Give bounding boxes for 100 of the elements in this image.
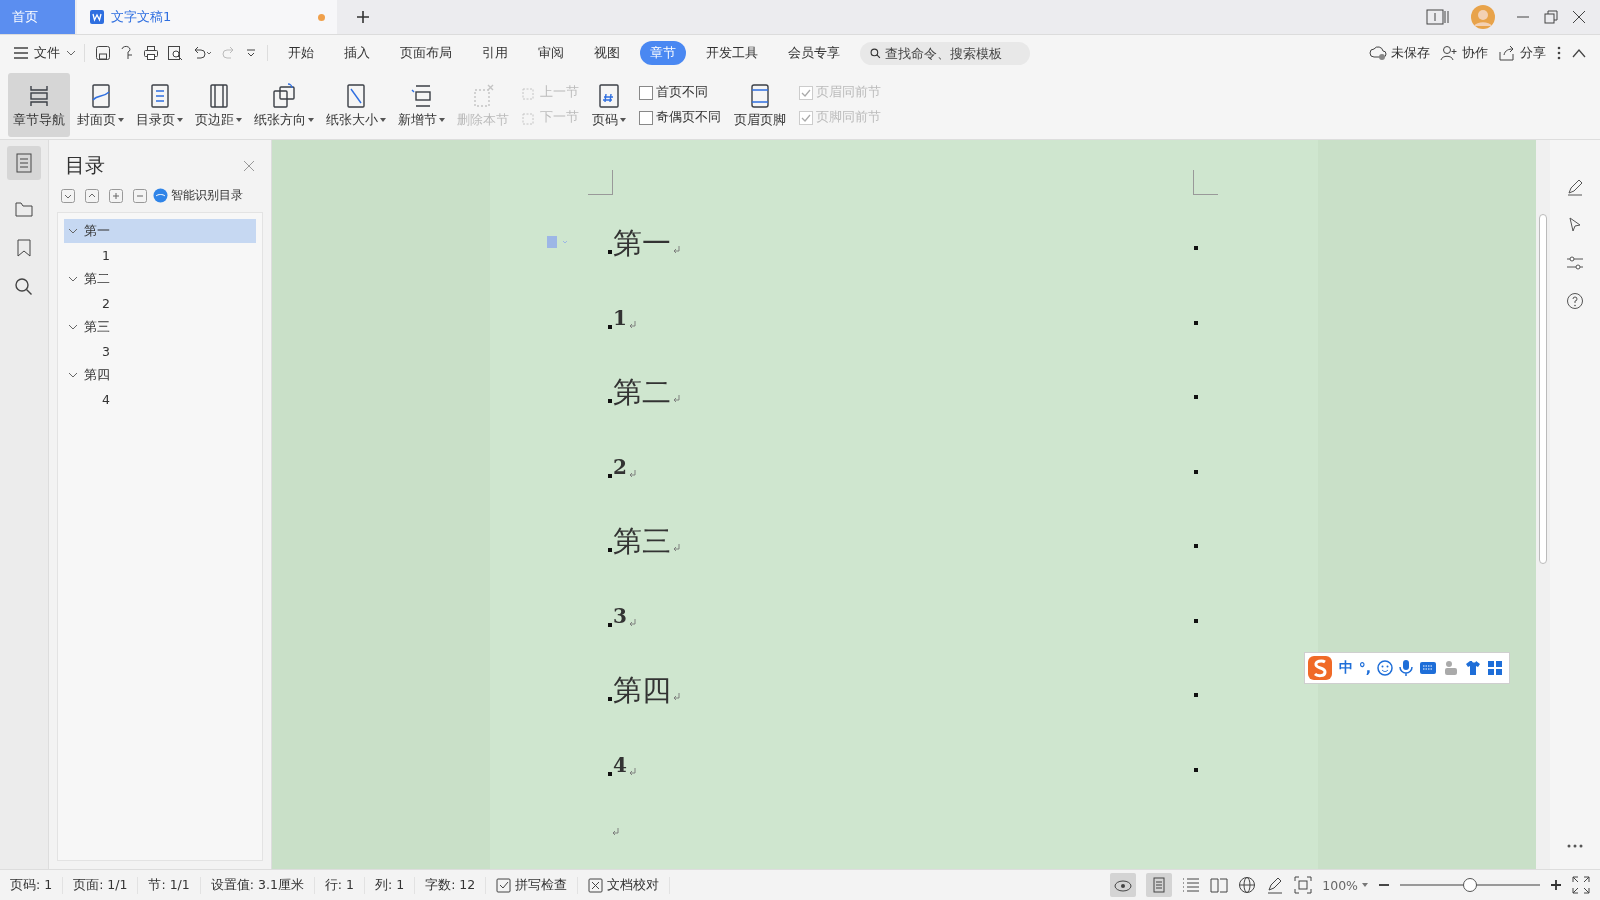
outline-item[interactable]: 第三 (64, 315, 256, 339)
paragraph-mark-icon (673, 395, 681, 403)
search-field[interactable]: 查找命令、搜索模板 (860, 41, 1030, 65)
save-icon[interactable] (95, 45, 111, 61)
outline-item[interactable]: 第四 (64, 363, 256, 387)
outline-item[interactable]: 第二 (64, 267, 256, 291)
shirt-icon[interactable] (1465, 660, 1481, 676)
outline-item[interactable]: 4 (64, 387, 256, 411)
collapse-icon[interactable] (85, 188, 99, 203)
sliders-icon[interactable] (1566, 254, 1584, 272)
document-text: 3 (613, 602, 627, 630)
book-icon[interactable] (1210, 877, 1229, 893)
plus-icon[interactable] (109, 188, 123, 203)
eye-protection-icon[interactable] (1110, 873, 1137, 897)
globe-icon[interactable] (1238, 876, 1257, 894)
pen-icon[interactable] (1566, 178, 1584, 196)
status-text: 行: 1 (324, 876, 365, 894)
page-view-icon[interactable] (1146, 873, 1173, 897)
fullscreen-icon[interactable] (1572, 876, 1590, 894)
slider-thumb[interactable] (1463, 878, 1477, 892)
paragraph-mark-icon (628, 767, 637, 776)
status-text: 列: 1 (375, 876, 416, 894)
close-icon[interactable] (1572, 10, 1586, 24)
ribbon-button[interactable]: 页边距 (190, 73, 247, 137)
emoji-icon[interactable] (1377, 660, 1393, 676)
zoom-in-icon[interactable] (1550, 879, 1562, 891)
ribbon-tab[interactable]: 引用 (472, 41, 518, 65)
status-button[interactable]: 文档校对 (588, 876, 671, 894)
document-icon (89, 9, 105, 25)
folder-icon[interactable] (14, 199, 34, 219)
paragraph-mark-icon (612, 828, 620, 836)
grid-icon[interactable] (1487, 660, 1503, 676)
microphone-icon[interactable] (1399, 660, 1413, 676)
ribbon-button[interactable]: 页码 (587, 73, 631, 137)
status-button[interactable]: 拼写检查 (496, 876, 579, 894)
expand-icon[interactable] (61, 188, 75, 203)
panel-title: 目录 (65, 152, 105, 179)
outline-item[interactable]: 第一 (64, 219, 256, 243)
fit-page-icon[interactable] (1294, 876, 1313, 894)
minus-icon[interactable] (133, 188, 147, 203)
outline-item[interactable]: 1 (64, 243, 256, 267)
keyboard-icon[interactable] (1419, 661, 1437, 675)
chevron-icon (68, 274, 78, 284)
ribbon-tab[interactable]: 页面布局 (390, 41, 462, 65)
paragraph-mark-icon (628, 320, 637, 329)
document-tab[interactable]: 文字文稿1 (77, 0, 337, 34)
bookmark-icon[interactable] (14, 238, 34, 258)
toolbar-action[interactable]: 未保存 (1369, 44, 1430, 62)
outline-item[interactable]: 2 (64, 291, 256, 315)
zoom-dropdown[interactable]: 100% (1322, 877, 1368, 893)
bullet-icon (608, 324, 612, 329)
ribbon-button[interactable]: 新增节 (393, 73, 450, 137)
file-menu[interactable]: 文件 (14, 44, 85, 62)
status-text: 页码: 1 (10, 876, 64, 894)
ribbon-button[interactable]: 目录页 (131, 73, 188, 137)
ribbon-button[interactable]: 章节导航 (8, 73, 70, 137)
input-mode-toggle[interactable]: 中 (1338, 659, 1353, 677)
caret-icon (236, 118, 242, 122)
document-text: 第二 (613, 377, 671, 407)
pen-icon[interactable] (1266, 876, 1285, 894)
collapse-ribbon-icon[interactable] (1572, 48, 1586, 58)
new-tab-icon[interactable] (355, 9, 371, 25)
add-user-icon (1440, 45, 1458, 61)
ribbon-button[interactable]: 纸张方向 (249, 73, 319, 137)
ribbon-button[interactable]: 页眉页脚 (729, 73, 791, 137)
print-preview-icon[interactable] (167, 45, 183, 61)
ribbon-tab[interactable]: 视图 (584, 41, 630, 65)
search-icon[interactable] (14, 277, 34, 297)
checkbox[interactable]: 奇偶页不同 (639, 109, 721, 126)
smart-toc-button[interactable]: 智能识别目录 (153, 187, 243, 204)
toolbar-action[interactable]: 分享 (1498, 44, 1546, 62)
outline-item[interactable]: 3 (64, 339, 256, 363)
toolbar-action[interactable]: 协作 (1440, 44, 1488, 62)
share-icon (1498, 45, 1516, 61)
more-icon[interactable] (1556, 45, 1562, 61)
ribbon-tab[interactable]: 会员专享 (778, 41, 850, 65)
paragraph-mark-icon (673, 544, 681, 552)
document-text: 4 (613, 751, 627, 779)
ribbon-tab[interactable]: 插入 (334, 41, 380, 65)
help-icon[interactable] (1566, 292, 1584, 310)
checkbox[interactable]: 首页不同 (639, 84, 721, 101)
ribbon-button[interactable]: 纸张大小 (321, 73, 391, 137)
ribbon-tab[interactable]: 审阅 (528, 41, 574, 65)
outline-view-icon[interactable] (1182, 877, 1201, 893)
document-text: 2 (613, 453, 627, 481)
paragraph-mark-icon (628, 618, 637, 627)
caret-icon (66, 50, 76, 56)
input-method-logo-icon[interactable] (1306, 655, 1333, 681)
crop-mark (1193, 170, 1218, 195)
more-icon[interactable] (1566, 843, 1584, 849)
punctuation-toggle[interactable]: °, (1358, 660, 1371, 676)
print-icon[interactable] (143, 45, 159, 61)
ribbon-tab[interactable]: 开始 (278, 41, 324, 65)
restore-icon[interactable] (1544, 10, 1558, 24)
ribbon-tab[interactable]: 开发工具 (696, 41, 768, 65)
chevron-icon (68, 370, 78, 380)
caret-icon (1362, 883, 1368, 887)
ribbon-button[interactable]: 封面页 (72, 73, 129, 137)
chevron-icon (68, 226, 78, 236)
smart-icon (153, 188, 168, 203)
